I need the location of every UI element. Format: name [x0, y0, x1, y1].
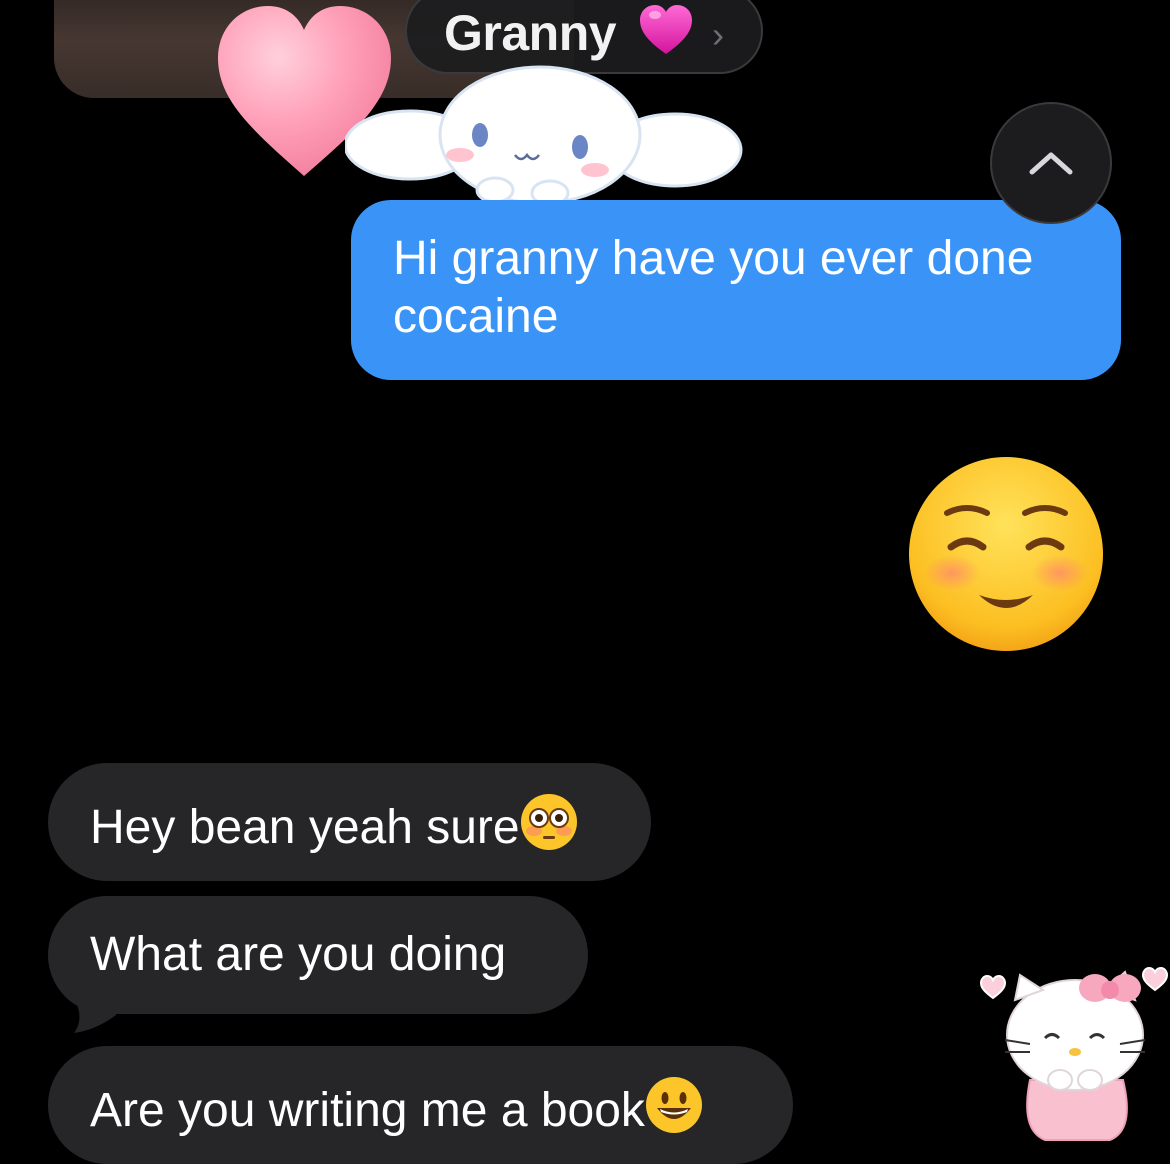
incoming-message-bubble[interactable]: Are you writing me a book [48, 1046, 793, 1164]
cinnamoroll-sticker [345, 65, 743, 207]
message-text: Hey bean yeah sure [90, 801, 520, 854]
message-text: What are you doing [90, 928, 507, 981]
scroll-up-button[interactable] [990, 102, 1112, 224]
message-text: Hi granny have you ever done cocaine [393, 232, 1034, 343]
smiling-face-emoji[interactable] [907, 455, 1105, 653]
bubble-tail [66, 985, 116, 1033]
incoming-message-bubble[interactable]: What are you doing [48, 896, 588, 1014]
grinning-face-emoji [645, 1077, 702, 1133]
outgoing-message-bubble[interactable]: Hi granny have you ever done cocaine [351, 200, 1121, 380]
hello-kitty-sticker [979, 966, 1169, 1141]
incoming-message-bubble[interactable]: Hey bean yeah sure [48, 763, 651, 881]
message-text: Are you writing me a book [90, 1084, 645, 1137]
chevron-up-icon [1029, 152, 1073, 175]
flushed-face-emoji [520, 794, 577, 850]
